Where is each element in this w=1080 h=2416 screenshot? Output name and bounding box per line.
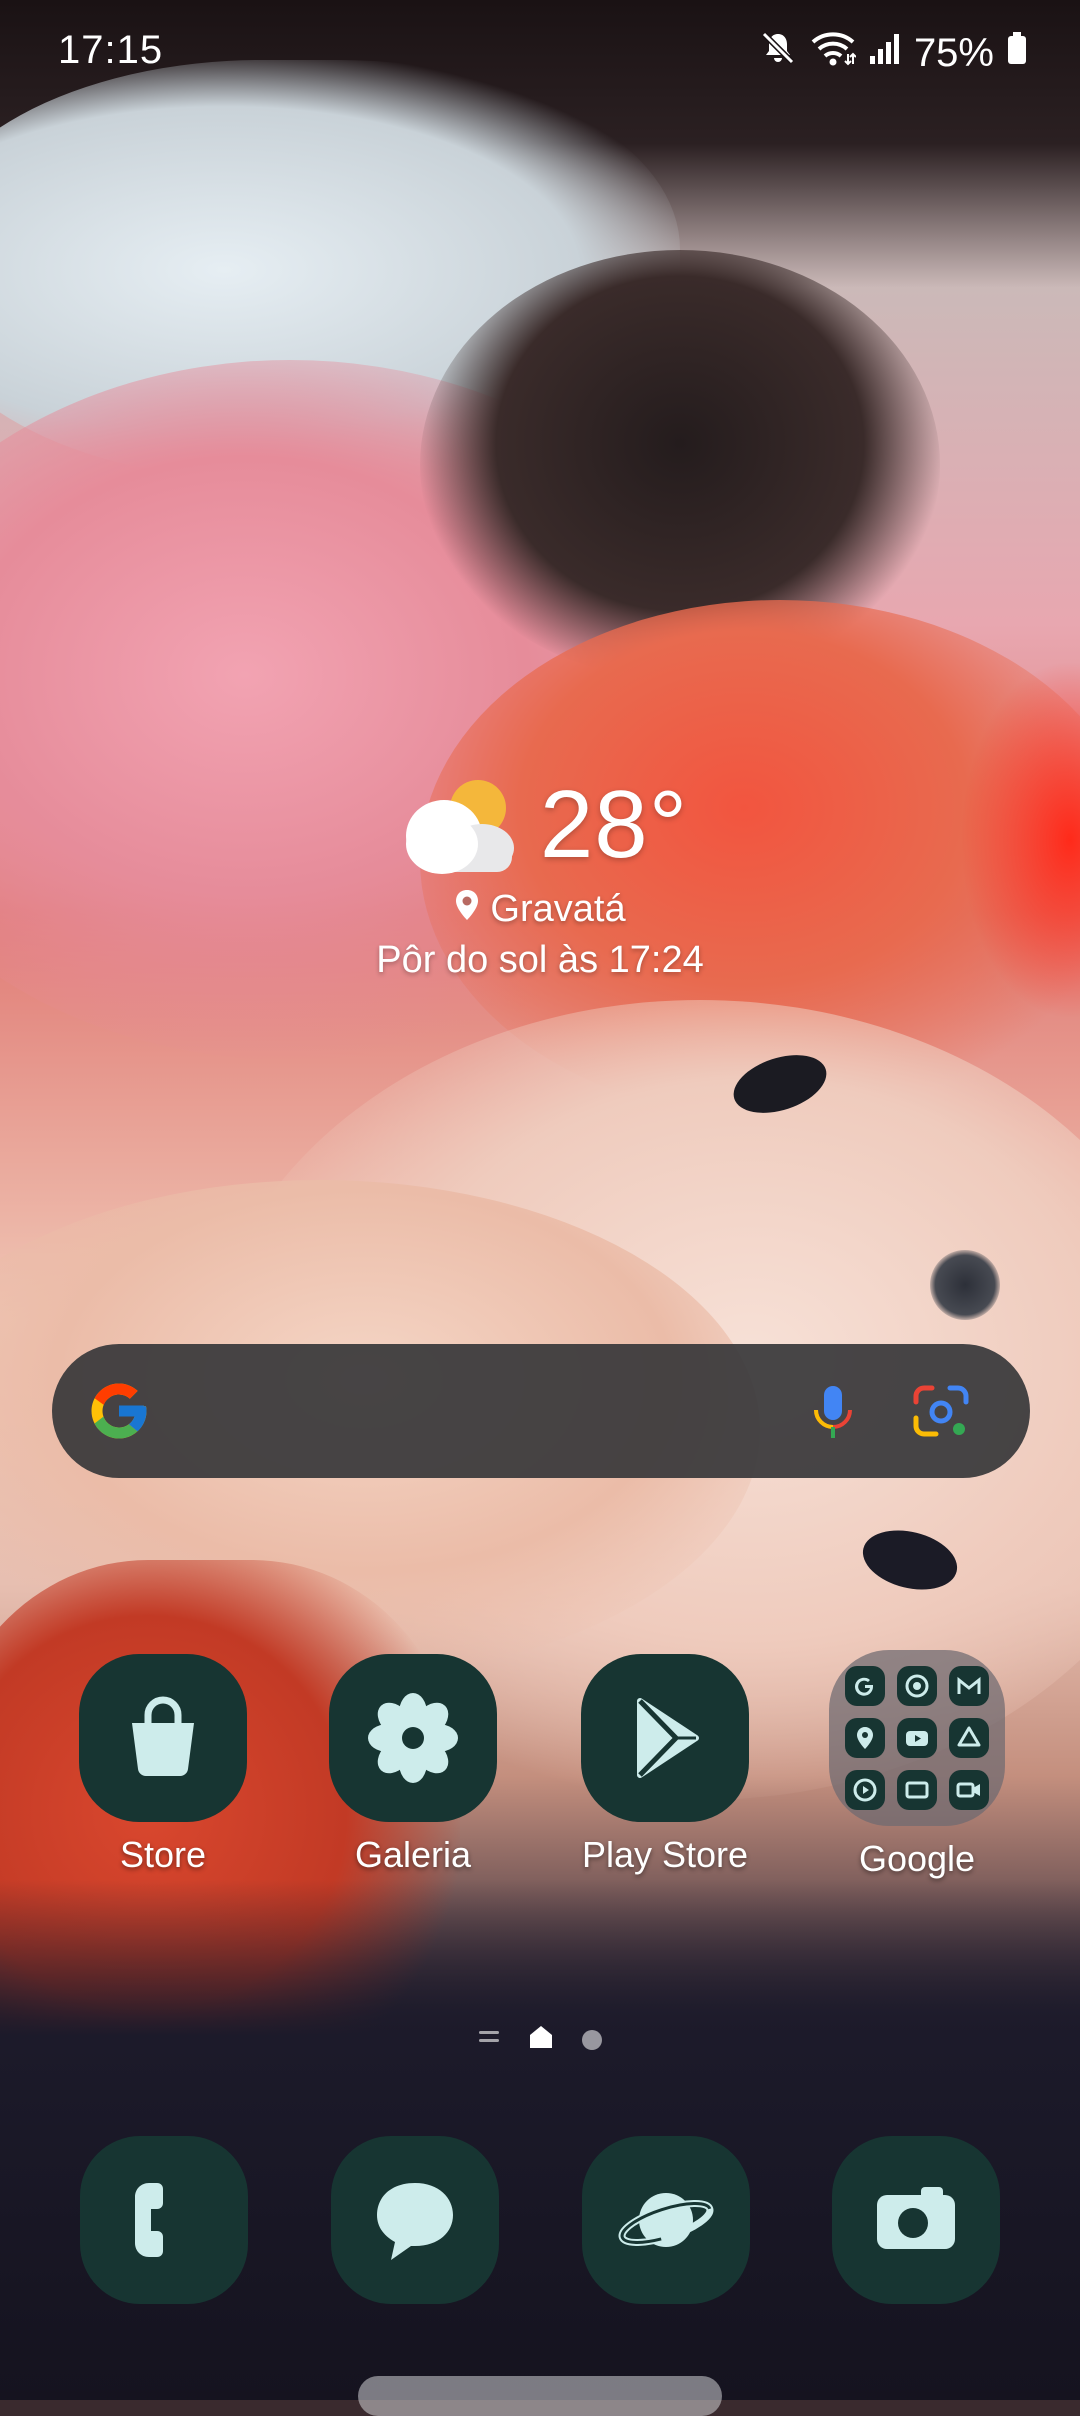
partly-cloudy-icon (392, 770, 522, 880)
weather-sunset: Pôr do sol às 17:24 (376, 939, 704, 981)
weather-widget[interactable]: 28° Gravatá Pôr do sol às 17:24 (0, 770, 1080, 982)
battery-percent: 75% (913, 30, 994, 75)
phone-icon (135, 2183, 163, 2257)
folder-icon (829, 1650, 1005, 1826)
messages-icon (377, 2183, 453, 2260)
voice-search-button[interactable] (794, 1372, 872, 1450)
flower-icon (329, 1654, 497, 1822)
dock-internet[interactable] (582, 2136, 750, 2304)
weather-temperature: 28° (539, 771, 689, 878)
app-play-store[interactable]: Play Store (555, 1654, 775, 1876)
status-icons: 75% (758, 28, 1028, 78)
play-store-icon (581, 1654, 749, 1822)
dock-camera[interactable] (832, 2136, 1000, 2304)
maps-icon (845, 1718, 885, 1758)
google-search-bar[interactable] (52, 1344, 1030, 1478)
youtube-music-icon (845, 1770, 885, 1810)
signal-icon (868, 28, 902, 78)
home-page-icon[interactable] (528, 2024, 554, 2055)
gmail-icon (949, 1666, 989, 1706)
meet-icon (949, 1770, 989, 1810)
app-galeria[interactable]: Galeria (303, 1654, 523, 1876)
dock-messages[interactable] (331, 2136, 499, 2304)
app-label: Galeria (354, 1834, 472, 1875)
app-label: Google (858, 1838, 976, 1879)
youtube-icon (897, 1718, 937, 1758)
location-pin-icon (454, 888, 480, 931)
app-folder-google[interactable]: Google (807, 1650, 1027, 1880)
battery-icon (1006, 28, 1028, 78)
camera-icon (877, 2187, 955, 2249)
page-dot[interactable] (582, 2029, 602, 2050)
google-lens-button[interactable] (902, 1372, 980, 1450)
tv-icon (897, 1770, 937, 1810)
internet-icon (618, 2193, 714, 2247)
weather-location: Gravatá (490, 888, 626, 930)
mute-icon (758, 28, 798, 78)
shopping-bag-icon (79, 1654, 247, 1822)
mic-icon (814, 1386, 852, 1438)
wifi-icon (810, 28, 857, 78)
page-list-icon[interactable] (478, 2026, 500, 2053)
page-indicator[interactable] (0, 2024, 1080, 2055)
dock-phone[interactable] (80, 2136, 248, 2304)
gesture-nav-handle[interactable] (358, 2376, 722, 2416)
chrome-icon (897, 1666, 937, 1706)
app-store[interactable]: Store (53, 1654, 273, 1876)
app-label: Play Store (581, 1834, 749, 1875)
app-label: Store (119, 1834, 207, 1875)
google-icon (845, 1666, 885, 1706)
status-bar: 17:15 75% (0, 0, 1080, 110)
drive-icon (949, 1718, 989, 1758)
google-g-icon (86, 1378, 152, 1444)
status-time: 17:15 (58, 28, 164, 72)
google-lens-icon (913, 1385, 969, 1437)
